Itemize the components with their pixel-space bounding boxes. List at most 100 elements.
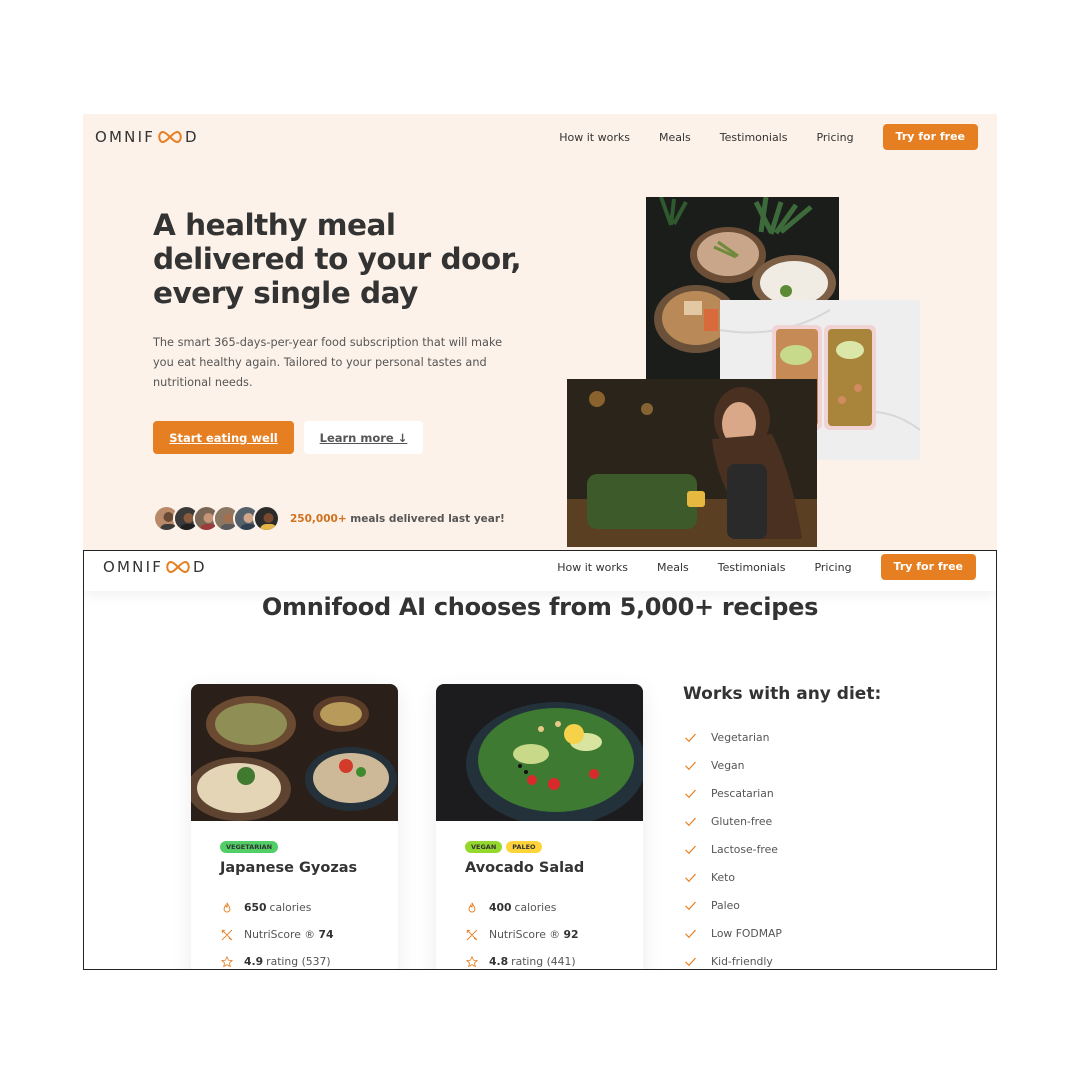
learn-more-button[interactable]: Learn more ↓ bbox=[304, 421, 423, 454]
calories-label: calories bbox=[514, 901, 557, 914]
checkmark-icon bbox=[685, 845, 696, 854]
diet-item-label: Lactose-free bbox=[711, 842, 778, 856]
nav-testimonials[interactable]: Testimonials bbox=[718, 561, 786, 574]
nutriscore-label: NutriScore ® bbox=[489, 928, 561, 941]
main-nav: How it works Meals Testimonials Pricing … bbox=[559, 124, 978, 150]
sticky-nav: How it works Meals Testimonials Pricing … bbox=[557, 554, 976, 580]
hero-section: OMNIF D How it works Meals Testimonials … bbox=[83, 114, 997, 550]
infinity-logo-icon bbox=[166, 560, 190, 574]
meal-calories: 400 calories bbox=[465, 894, 643, 921]
diet-list: Vegetarian Vegan Pescatarian Gluten-free… bbox=[683, 723, 881, 969]
meals-delivered-stat: 250,000+ meals delivered last year! bbox=[153, 505, 505, 532]
meals-section: OMNIF D How it works Meals Testimonials … bbox=[83, 550, 997, 970]
hero-description: The smart 365-days-per-year food subscri… bbox=[153, 336, 503, 389]
meals-heading: Omnifood AI chooses from 5,000+ recipes bbox=[261, 593, 819, 621]
diet-item: Pescatarian bbox=[683, 779, 881, 807]
flame-icon bbox=[223, 902, 231, 912]
diet-item: Vegetarian bbox=[683, 723, 881, 751]
hero-title: A healthy meal delivered to your door, e… bbox=[153, 208, 522, 310]
diet-item-label: Kid-friendly bbox=[711, 954, 773, 968]
meal-rating: 4.9 rating (537) bbox=[220, 948, 398, 969]
diet-item-label: Keto bbox=[711, 870, 736, 884]
rating-label: rating bbox=[266, 955, 299, 968]
checkmark-icon bbox=[685, 817, 696, 826]
diet-item-label: Gluten-free bbox=[711, 814, 773, 828]
omnifood-logo[interactable]: OMNIF D bbox=[103, 558, 207, 576]
star-icon bbox=[466, 955, 478, 967]
diet-item-label: Paleo bbox=[711, 898, 740, 912]
sticky-header: OMNIF D How it works Meals Testimonials … bbox=[84, 551, 996, 591]
woman-eating-image bbox=[567, 379, 817, 547]
diet-item: Gluten-free bbox=[683, 807, 881, 835]
rating-value: 4.8 bbox=[489, 955, 509, 968]
try-for-free-button[interactable]: Try for free bbox=[882, 124, 978, 150]
nav-how-it-works[interactable]: How it works bbox=[557, 561, 628, 574]
tag-vegetarian: Vegetarian bbox=[220, 841, 279, 853]
checkmark-icon bbox=[685, 733, 696, 742]
delivered-label: meals delivered last year! bbox=[350, 512, 505, 525]
tag-paleo: Paleo bbox=[506, 841, 542, 853]
nutriscore-value: 74 bbox=[318, 928, 334, 941]
nutriscore-value: 92 bbox=[563, 928, 579, 941]
nav-pricing[interactable]: Pricing bbox=[816, 131, 853, 144]
logo-text-start: OMNIF bbox=[95, 128, 156, 146]
rating-count: (537) bbox=[301, 955, 331, 968]
diet-heading: Works with any diet: bbox=[683, 684, 882, 704]
diet-item: Keto bbox=[683, 863, 881, 891]
calories-value: 650 bbox=[244, 901, 267, 914]
checkmark-icon bbox=[685, 873, 696, 882]
meal-title: Japanese Gyozas bbox=[220, 860, 358, 876]
gyozas-image bbox=[191, 684, 398, 821]
avocado-salad-image bbox=[436, 684, 643, 821]
flame-icon bbox=[468, 902, 476, 912]
rating-value: 4.9 bbox=[244, 955, 264, 968]
meal-attributes: 400 calories NutriScore ® 92 4.8 rating (4… bbox=[465, 894, 643, 969]
calories-value: 400 bbox=[489, 901, 512, 914]
nutriscore-label: NutriScore ® bbox=[244, 928, 316, 941]
meal-tags: Vegan Paleo bbox=[465, 841, 643, 853]
logo-text-end: D bbox=[185, 128, 199, 146]
meal-card-body: Vegetarian Japanese Gyozas 650 calories N… bbox=[191, 821, 398, 969]
checkmark-icon bbox=[685, 929, 696, 938]
diet-list-section: Works with any diet: Vegetarian Vegan Pe… bbox=[683, 684, 882, 969]
meal-tags: Vegetarian bbox=[220, 841, 398, 853]
meal-nutriscore: NutriScore ® 92 bbox=[465, 921, 643, 948]
meal-card-body: Vegan Paleo Avocado Salad 400 calories Nu… bbox=[436, 821, 643, 969]
logo-text-end: D bbox=[193, 558, 207, 576]
diet-item: Vegan bbox=[683, 751, 881, 779]
diet-item-label: Low FODMAP bbox=[711, 926, 782, 940]
diet-item: Kid-friendly bbox=[683, 947, 881, 969]
diet-item: Paleo bbox=[683, 891, 881, 919]
diet-item-label: Vegan bbox=[711, 758, 745, 772]
meal-calories: 650 calories bbox=[220, 894, 398, 921]
nav-meals[interactable]: Meals bbox=[659, 131, 691, 144]
tag-vegan: Vegan bbox=[465, 841, 503, 853]
delivered-text: 250,000+ meals delivered last year! bbox=[290, 513, 505, 525]
meal-rating: 4.8 rating (441) bbox=[465, 948, 643, 969]
restaurant-icon bbox=[221, 929, 233, 940]
avatar bbox=[253, 505, 280, 532]
star-icon bbox=[221, 955, 233, 967]
diet-item: Low FODMAP bbox=[683, 919, 881, 947]
meal-card[interactable]: Vegan Paleo Avocado Salad 400 calories Nu… bbox=[436, 684, 643, 969]
diet-item-label: Vegetarian bbox=[711, 730, 770, 744]
meal-card[interactable]: Vegetarian Japanese Gyozas 650 calories N… bbox=[191, 684, 398, 969]
omnifood-logo[interactable]: OMNIF D bbox=[95, 128, 199, 146]
try-for-free-button[interactable]: Try for free bbox=[880, 554, 976, 580]
checkmark-icon bbox=[685, 761, 696, 770]
nav-meals[interactable]: Meals bbox=[657, 561, 689, 574]
rating-label: rating bbox=[511, 955, 544, 968]
infinity-logo-icon bbox=[158, 130, 182, 144]
logo-text-start: OMNIF bbox=[103, 558, 164, 576]
restaurant-icon bbox=[466, 929, 478, 940]
nav-how-it-works[interactable]: How it works bbox=[559, 131, 630, 144]
diet-item-label: Pescatarian bbox=[711, 786, 774, 800]
rating-count: (441) bbox=[546, 955, 576, 968]
nav-testimonials[interactable]: Testimonials bbox=[720, 131, 788, 144]
meal-nutriscore: NutriScore ® 74 bbox=[220, 921, 398, 948]
checkmark-icon bbox=[685, 901, 696, 910]
meal-attributes: 650 calories NutriScore ® 74 4.9 rating (5… bbox=[220, 894, 398, 969]
start-eating-well-button[interactable]: Start eating well bbox=[153, 421, 294, 454]
diet-item: Lactose-free bbox=[683, 835, 881, 863]
nav-pricing[interactable]: Pricing bbox=[814, 561, 851, 574]
